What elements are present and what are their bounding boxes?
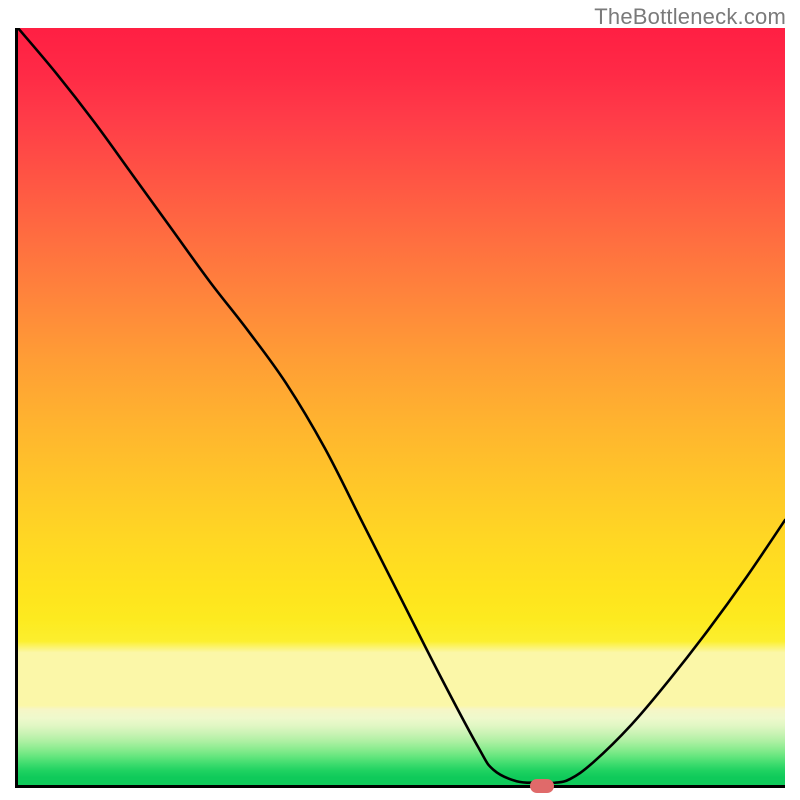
plot-area bbox=[15, 28, 785, 788]
watermark-text: TheBottleneck.com bbox=[594, 4, 786, 30]
optimum-marker bbox=[530, 779, 554, 793]
chart-container: TheBottleneck.com bbox=[0, 0, 800, 800]
curve-svg bbox=[18, 28, 785, 785]
curve-path bbox=[18, 28, 785, 783]
